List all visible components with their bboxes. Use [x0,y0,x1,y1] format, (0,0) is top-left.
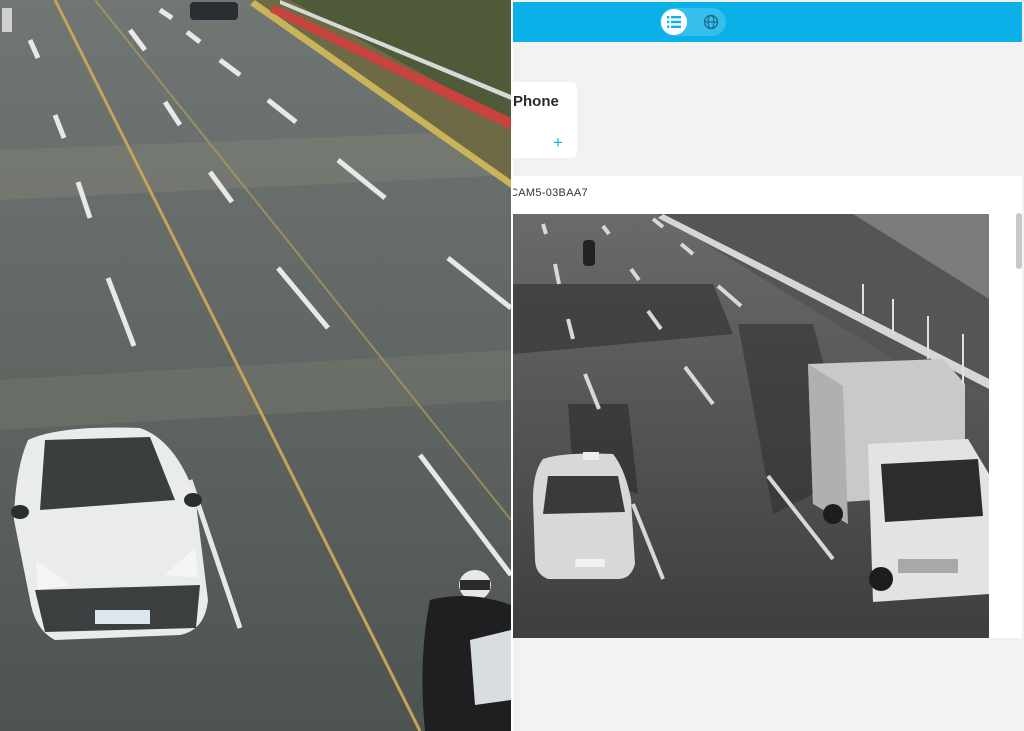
list-icon [667,16,681,28]
camera-live-feed[interactable] [513,214,989,638]
view-toggle [660,8,726,36]
color-traffic-scene [0,0,511,731]
device-card-title: Phone [513,93,559,110]
globe-icon [703,14,719,30]
camera-name-label: CAM5-03BAA7 [513,187,588,199]
feed-scrollbar[interactable] [1016,213,1022,269]
camera-app-screen: Phone + CAM5-03BAA7 [513,0,1024,731]
color-traffic-photo [0,0,511,731]
device-card-phone[interactable]: Phone + [513,82,577,158]
map-view-button[interactable] [698,9,724,35]
top-bar [513,2,1022,42]
grayscale-traffic-scene [513,214,989,638]
list-view-button[interactable] [661,9,687,35]
add-camera-button[interactable]: + [553,134,563,151]
camera-label-row: CAM5-03BAA7 [513,176,1022,212]
taxi-car [533,452,635,579]
